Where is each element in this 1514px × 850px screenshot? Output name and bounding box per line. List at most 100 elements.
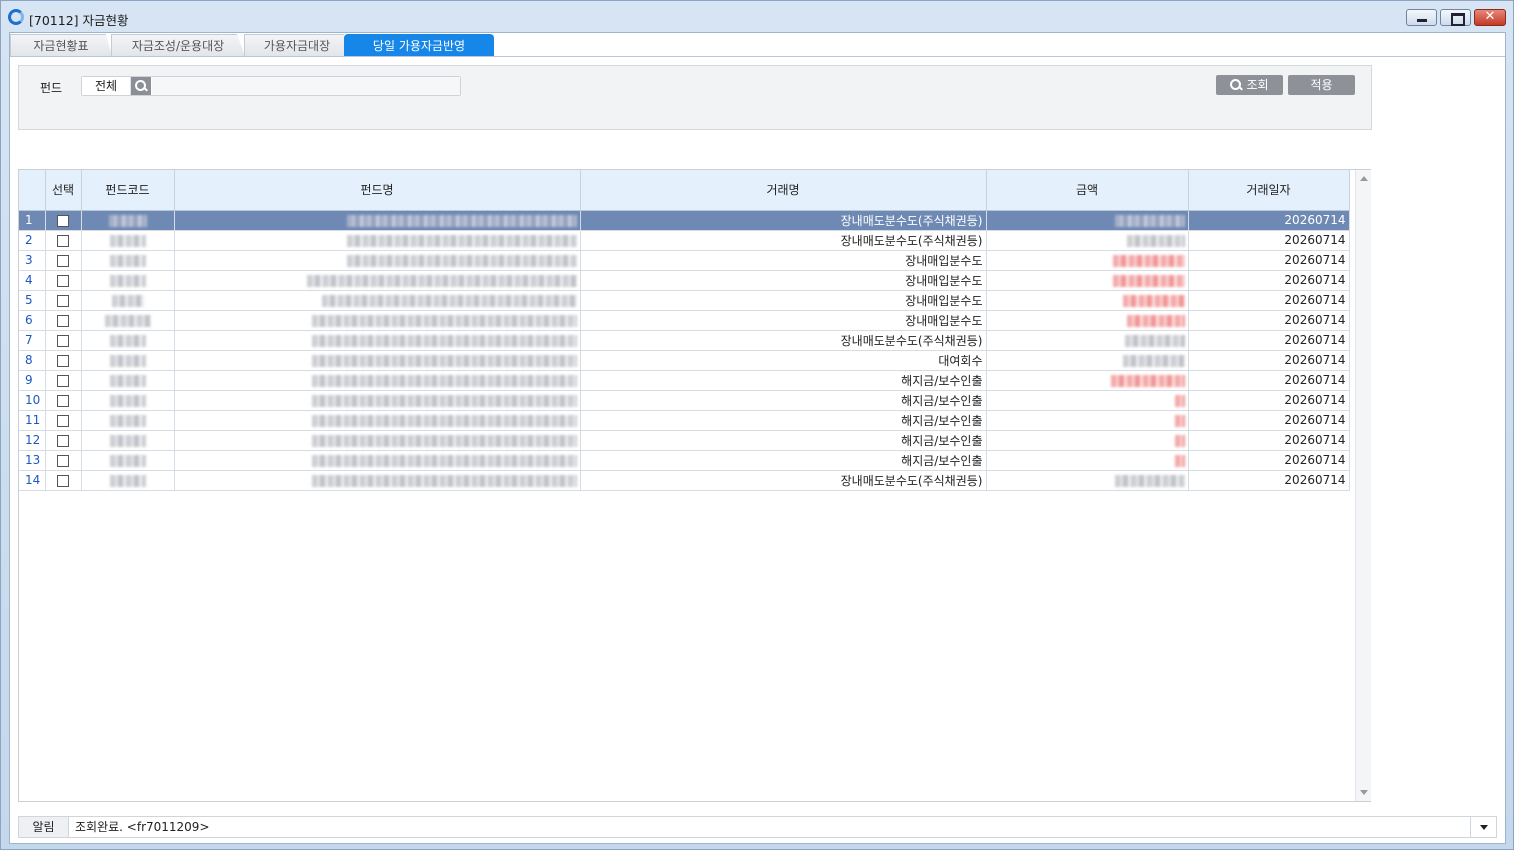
fund-name-cell[interactable] bbox=[174, 210, 581, 231]
row-checkbox[interactable] bbox=[57, 374, 69, 387]
fund-code-cell[interactable] bbox=[81, 330, 175, 351]
row-select-checkbox-cell[interactable] bbox=[45, 230, 82, 251]
fund-name-input[interactable] bbox=[152, 77, 460, 95]
row-checkbox[interactable] bbox=[57, 434, 69, 447]
fund-code-cell[interactable] bbox=[81, 370, 175, 391]
row-checkbox[interactable] bbox=[57, 454, 69, 467]
trade-date-cell[interactable]: 20260714 bbox=[1188, 370, 1350, 391]
maximize-button[interactable] bbox=[1440, 9, 1471, 26]
fund-code-cell[interactable] bbox=[81, 430, 175, 451]
trade-name-cell[interactable]: 대여회수 bbox=[580, 350, 987, 371]
trade-name-cell[interactable]: 해지금/보수인출 bbox=[580, 410, 987, 431]
query-button[interactable]: 조회 bbox=[1216, 75, 1283, 95]
trade-name-cell[interactable]: 장내매도분수도(주식채권등) bbox=[580, 330, 987, 351]
col-header-fund-code[interactable]: 펀드코드 bbox=[81, 170, 175, 211]
col-header-trade-name[interactable]: 거래명 bbox=[580, 170, 987, 211]
col-header-fund-name[interactable]: 펀드명 bbox=[174, 170, 581, 211]
tab-today-available-fund[interactable]: 당일 가용자금반영 bbox=[344, 34, 494, 56]
fund-code-cell[interactable] bbox=[81, 290, 175, 311]
table-row[interactable]: 5 장내매입분수도 20260714 bbox=[19, 290, 1350, 311]
row-select-checkbox-cell[interactable] bbox=[45, 450, 82, 471]
table-row[interactable]: 4 장내매입분수도 20260714 bbox=[19, 270, 1350, 291]
row-select-checkbox-cell[interactable] bbox=[45, 270, 82, 291]
table-row[interactable]: 12 해지금/보수인출 20260714 bbox=[19, 430, 1350, 451]
scroll-down-icon[interactable] bbox=[1360, 790, 1368, 795]
row-checkbox[interactable] bbox=[57, 334, 69, 347]
scroll-up-icon[interactable] bbox=[1360, 176, 1368, 181]
amount-cell[interactable] bbox=[986, 410, 1189, 431]
trade-name-cell[interactable]: 해지금/보수인출 bbox=[580, 430, 987, 451]
fund-code-cell[interactable] bbox=[81, 230, 175, 251]
vertical-scrollbar[interactable] bbox=[1355, 170, 1371, 801]
table-row[interactable]: 6 장내매입분수도 20260714 bbox=[19, 310, 1350, 331]
tab-available-fund-ledger[interactable]: 가용자금대장 bbox=[244, 34, 350, 56]
fund-name-cell[interactable] bbox=[174, 350, 581, 371]
table-row[interactable]: 9 해지금/보수인출 20260714 bbox=[19, 370, 1350, 391]
row-checkbox[interactable] bbox=[57, 314, 69, 327]
row-select-checkbox-cell[interactable] bbox=[45, 430, 82, 451]
status-dropdown-button[interactable] bbox=[1470, 817, 1496, 837]
fund-name-cell[interactable] bbox=[174, 430, 581, 451]
trade-name-cell[interactable]: 장내매도분수도(주식채권등) bbox=[580, 230, 987, 251]
trade-date-cell[interactable]: 20260714 bbox=[1188, 390, 1350, 411]
row-select-checkbox-cell[interactable] bbox=[45, 410, 82, 431]
fund-code-cell[interactable] bbox=[81, 310, 175, 331]
apply-button[interactable]: 적용 bbox=[1288, 75, 1355, 95]
trade-name-cell[interactable]: 장내매입분수도 bbox=[580, 270, 987, 291]
amount-cell[interactable] bbox=[986, 310, 1189, 331]
row-select-checkbox-cell[interactable] bbox=[45, 210, 82, 231]
row-select-checkbox-cell[interactable] bbox=[45, 350, 82, 371]
row-checkbox[interactable] bbox=[57, 474, 69, 487]
row-checkbox[interactable] bbox=[57, 214, 69, 227]
table-row[interactable]: 11 해지금/보수인출 20260714 bbox=[19, 410, 1350, 431]
row-select-checkbox-cell[interactable] bbox=[45, 330, 82, 351]
trade-name-cell[interactable]: 장내매도분수도(주식채권등) bbox=[580, 210, 987, 231]
fund-selector[interactable]: 전체 bbox=[81, 76, 461, 96]
amount-cell[interactable] bbox=[986, 270, 1189, 291]
trade-name-cell[interactable]: 장내매입분수도 bbox=[580, 310, 987, 331]
trade-date-cell[interactable]: 20260714 bbox=[1188, 270, 1350, 291]
table-row[interactable]: 10 해지금/보수인출 20260714 bbox=[19, 390, 1350, 411]
row-select-checkbox-cell[interactable] bbox=[45, 470, 82, 491]
amount-cell[interactable] bbox=[986, 210, 1189, 231]
fund-code-input[interactable]: 전체 bbox=[82, 77, 131, 95]
fund-name-cell[interactable] bbox=[174, 230, 581, 251]
row-checkbox[interactable] bbox=[57, 414, 69, 427]
trade-date-cell[interactable]: 20260714 bbox=[1188, 310, 1350, 331]
amount-cell[interactable] bbox=[986, 390, 1189, 411]
fund-code-cell[interactable] bbox=[81, 350, 175, 371]
row-checkbox[interactable] bbox=[57, 294, 69, 307]
trade-name-cell[interactable]: 장내매입분수도 bbox=[580, 250, 987, 271]
row-checkbox[interactable] bbox=[57, 274, 69, 287]
amount-cell[interactable] bbox=[986, 450, 1189, 471]
trade-date-cell[interactable]: 20260714 bbox=[1188, 230, 1350, 251]
table-row[interactable]: 2 장내매도분수도(주식채권등) 20260714 bbox=[19, 230, 1350, 251]
trade-name-cell[interactable]: 장내매입분수도 bbox=[580, 290, 987, 311]
trade-date-cell[interactable]: 20260714 bbox=[1188, 250, 1350, 271]
table-row[interactable]: 14 장내매도분수도(주식채권등) 20260714 bbox=[19, 470, 1350, 491]
trade-name-cell[interactable]: 해지금/보수인출 bbox=[580, 450, 987, 471]
row-select-checkbox-cell[interactable] bbox=[45, 370, 82, 391]
trade-name-cell[interactable]: 해지금/보수인출 bbox=[580, 390, 987, 411]
fund-name-cell[interactable] bbox=[174, 330, 581, 351]
fund-code-cell[interactable] bbox=[81, 250, 175, 271]
fund-code-cell[interactable] bbox=[81, 210, 175, 231]
trade-date-cell[interactable]: 20260714 bbox=[1188, 410, 1350, 431]
trade-date-cell[interactable]: 20260714 bbox=[1188, 430, 1350, 451]
row-checkbox[interactable] bbox=[57, 254, 69, 267]
amount-cell[interactable] bbox=[986, 350, 1189, 371]
fund-name-cell[interactable] bbox=[174, 290, 581, 311]
fund-code-cell[interactable] bbox=[81, 470, 175, 491]
trade-name-cell[interactable]: 해지금/보수인출 bbox=[580, 370, 987, 391]
trade-date-cell[interactable]: 20260714 bbox=[1188, 290, 1350, 311]
fund-name-cell[interactable] bbox=[174, 410, 581, 431]
trade-name-cell[interactable]: 장내매도분수도(주식채권등) bbox=[580, 470, 987, 491]
table-row[interactable]: 3 장내매입분수도 20260714 bbox=[19, 250, 1350, 271]
table-row[interactable]: 1 장내매도분수도(주식채권등) 20260714 bbox=[19, 210, 1350, 231]
table-row[interactable]: 13 해지금/보수인출 20260714 bbox=[19, 450, 1350, 471]
tab-fund-status[interactable]: 자금현황표 bbox=[10, 34, 112, 56]
row-checkbox[interactable] bbox=[57, 234, 69, 247]
col-header-select[interactable]: 선택 bbox=[45, 170, 82, 211]
amount-cell[interactable] bbox=[986, 470, 1189, 491]
amount-cell[interactable] bbox=[986, 370, 1189, 391]
